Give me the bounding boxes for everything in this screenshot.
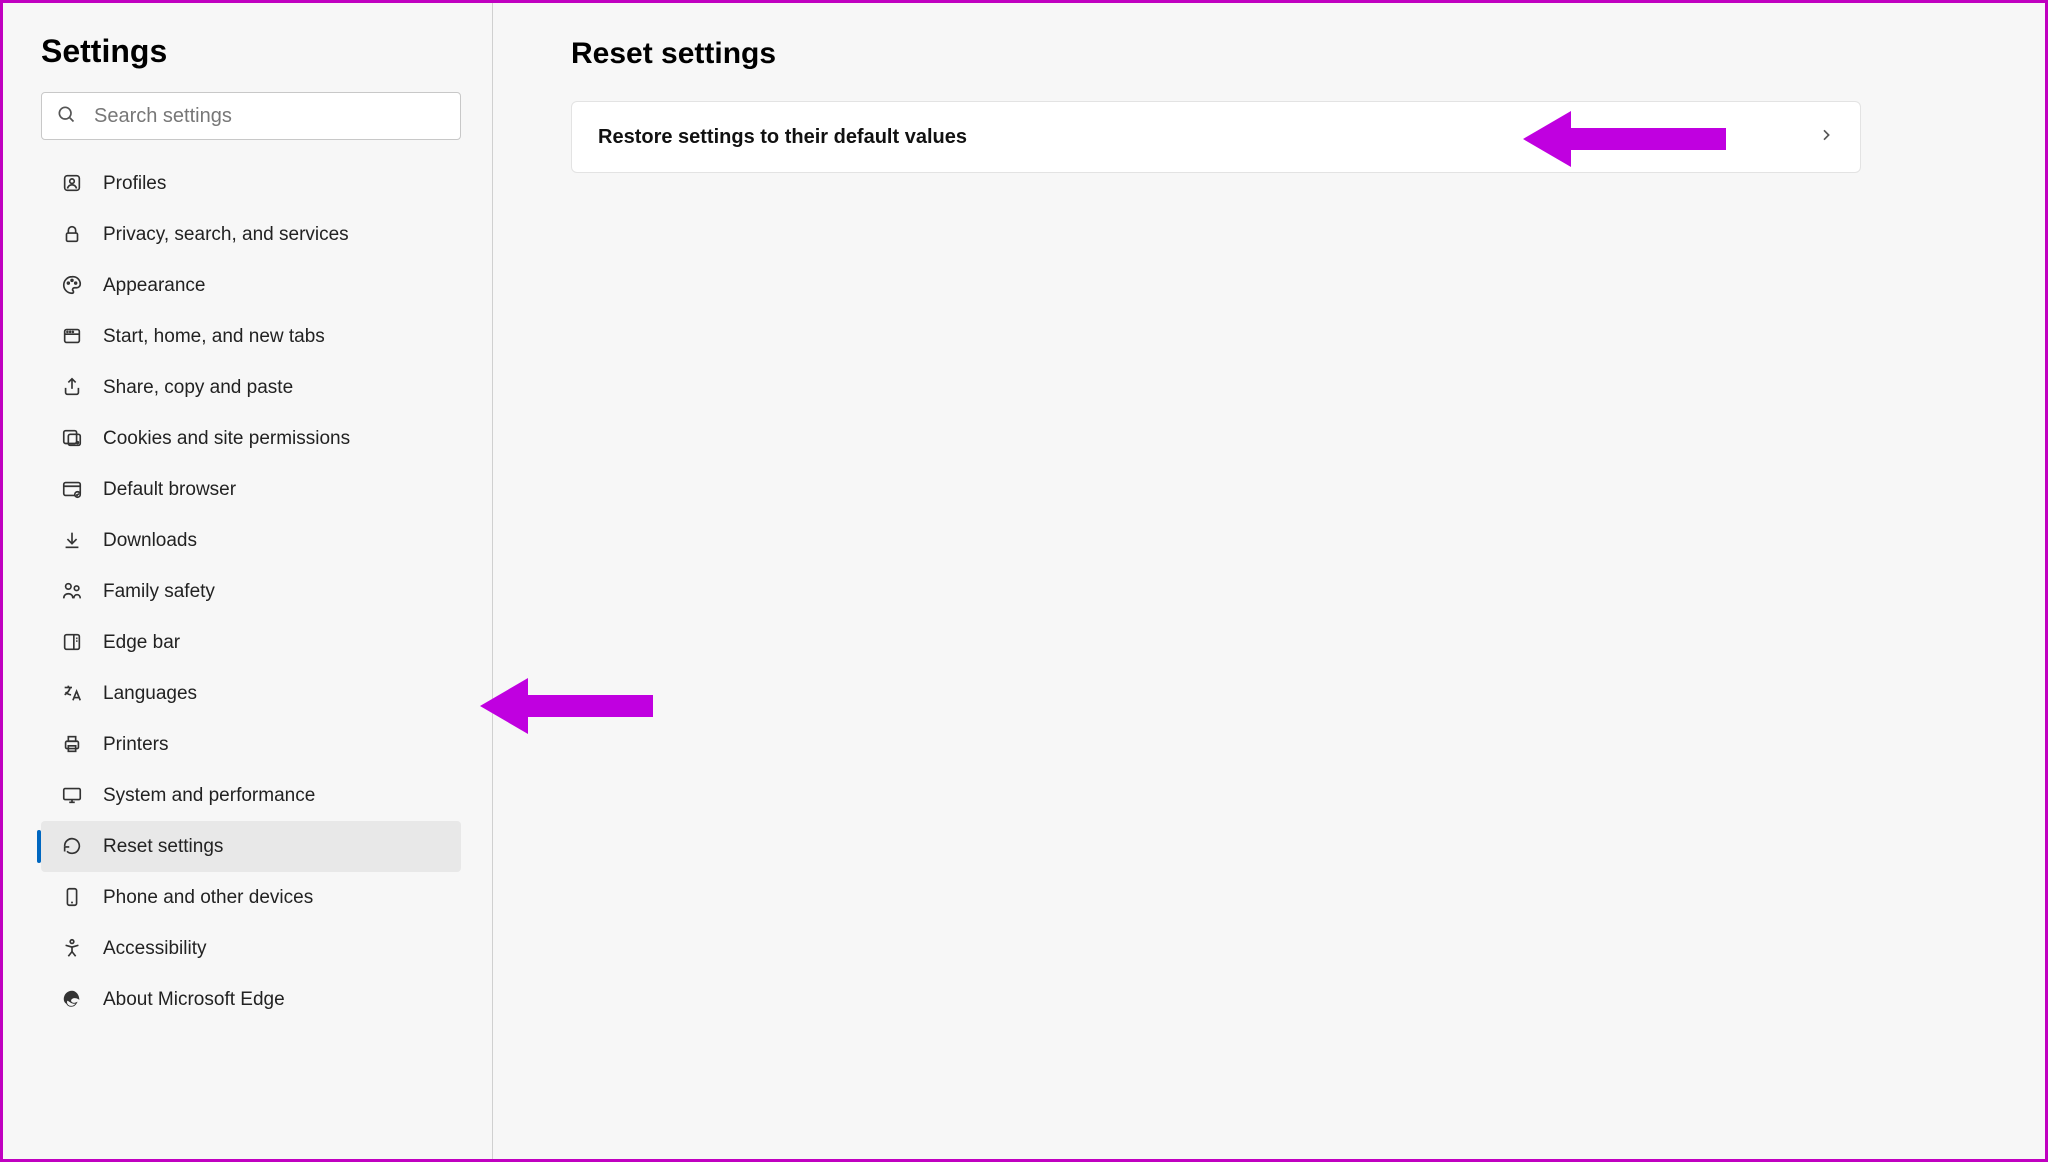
sidebar-item-tabs[interactable]: Start, home, and new tabs	[41, 311, 461, 362]
page-title: Reset settings	[571, 37, 2005, 71]
sidebar-item-accessibility[interactable]: Accessibility	[41, 923, 461, 974]
settings-nav: Profiles Privacy, search, and services App…	[41, 158, 472, 1025]
sidebar-item-label: Profiles	[103, 173, 166, 195]
restore-defaults-row[interactable]: Restore settings to their default values	[571, 101, 1861, 173]
edgebar-icon	[57, 631, 87, 653]
profiles-icon	[57, 172, 87, 194]
sidebar-item-reset[interactable]: Reset settings	[41, 821, 461, 872]
sidebar-item-label: Family safety	[103, 581, 215, 603]
chevron-right-icon	[1818, 126, 1834, 149]
palette-icon	[57, 274, 87, 296]
sidebar-item-download[interactable]: Downloads	[41, 515, 461, 566]
sidebar-item-palette[interactable]: Appearance	[41, 260, 461, 311]
sidebar-item-cookies[interactable]: Cookies and site permissions	[41, 413, 461, 464]
sidebar-item-profiles[interactable]: Profiles	[41, 158, 461, 209]
edge-icon	[57, 988, 87, 1010]
settings-sidebar: Settings Profiles Privacy, search, and se…	[3, 3, 493, 1159]
sidebar-item-label: About Microsoft Edge	[103, 989, 285, 1011]
sidebar-item-printer[interactable]: Printers	[41, 719, 461, 770]
sidebar-item-edgebar[interactable]: Edge bar	[41, 617, 461, 668]
sidebar-item-system[interactable]: System and performance	[41, 770, 461, 821]
sidebar-item-label: Default browser	[103, 479, 236, 501]
sidebar-item-share[interactable]: Share, copy and paste	[41, 362, 461, 413]
restore-defaults-label: Restore settings to their default values	[598, 126, 967, 149]
sidebar-item-label: Reset settings	[103, 836, 223, 858]
search-input[interactable]	[94, 105, 446, 128]
browser-icon	[57, 478, 87, 500]
lock-icon	[57, 223, 87, 245]
sidebar-item-label: Appearance	[103, 275, 205, 297]
sidebar-item-label: Languages	[103, 683, 197, 705]
accessibility-icon	[57, 937, 87, 959]
app-frame: Settings Profiles Privacy, search, and se…	[0, 0, 2048, 1162]
sidebar-item-family[interactable]: Family safety	[41, 566, 461, 617]
sidebar-item-language[interactable]: Languages	[41, 668, 461, 719]
sidebar-item-browser[interactable]: Default browser	[41, 464, 461, 515]
sidebar-item-lock[interactable]: Privacy, search, and services	[41, 209, 461, 260]
sidebar-item-label: Start, home, and new tabs	[103, 326, 325, 348]
share-icon	[57, 376, 87, 398]
sidebar-item-label: Accessibility	[103, 938, 206, 960]
sidebar-item-label: Share, copy and paste	[103, 377, 293, 399]
sidebar-item-label: Downloads	[103, 530, 197, 552]
search-icon	[56, 104, 76, 129]
download-icon	[57, 529, 87, 551]
cookies-icon	[57, 427, 87, 449]
sidebar-item-label: Phone and other devices	[103, 887, 313, 909]
search-box[interactable]	[41, 92, 461, 140]
sidebar-item-label: System and performance	[103, 785, 315, 807]
family-icon	[57, 580, 87, 602]
sidebar-item-label: Cookies and site permissions	[103, 428, 350, 450]
sidebar-item-label: Privacy, search, and services	[103, 224, 349, 246]
sidebar-item-phone[interactable]: Phone and other devices	[41, 872, 461, 923]
system-icon	[57, 784, 87, 806]
sidebar-item-label: Printers	[103, 734, 168, 756]
reset-icon	[57, 835, 87, 857]
phone-icon	[57, 886, 87, 908]
tabs-icon	[57, 325, 87, 347]
sidebar-item-edge[interactable]: About Microsoft Edge	[41, 974, 461, 1025]
sidebar-title: Settings	[41, 33, 472, 70]
main-content: Reset settings Restore settings to their…	[493, 3, 2045, 1159]
language-icon	[57, 682, 87, 704]
sidebar-item-label: Edge bar	[103, 632, 180, 654]
printer-icon	[57, 733, 87, 755]
